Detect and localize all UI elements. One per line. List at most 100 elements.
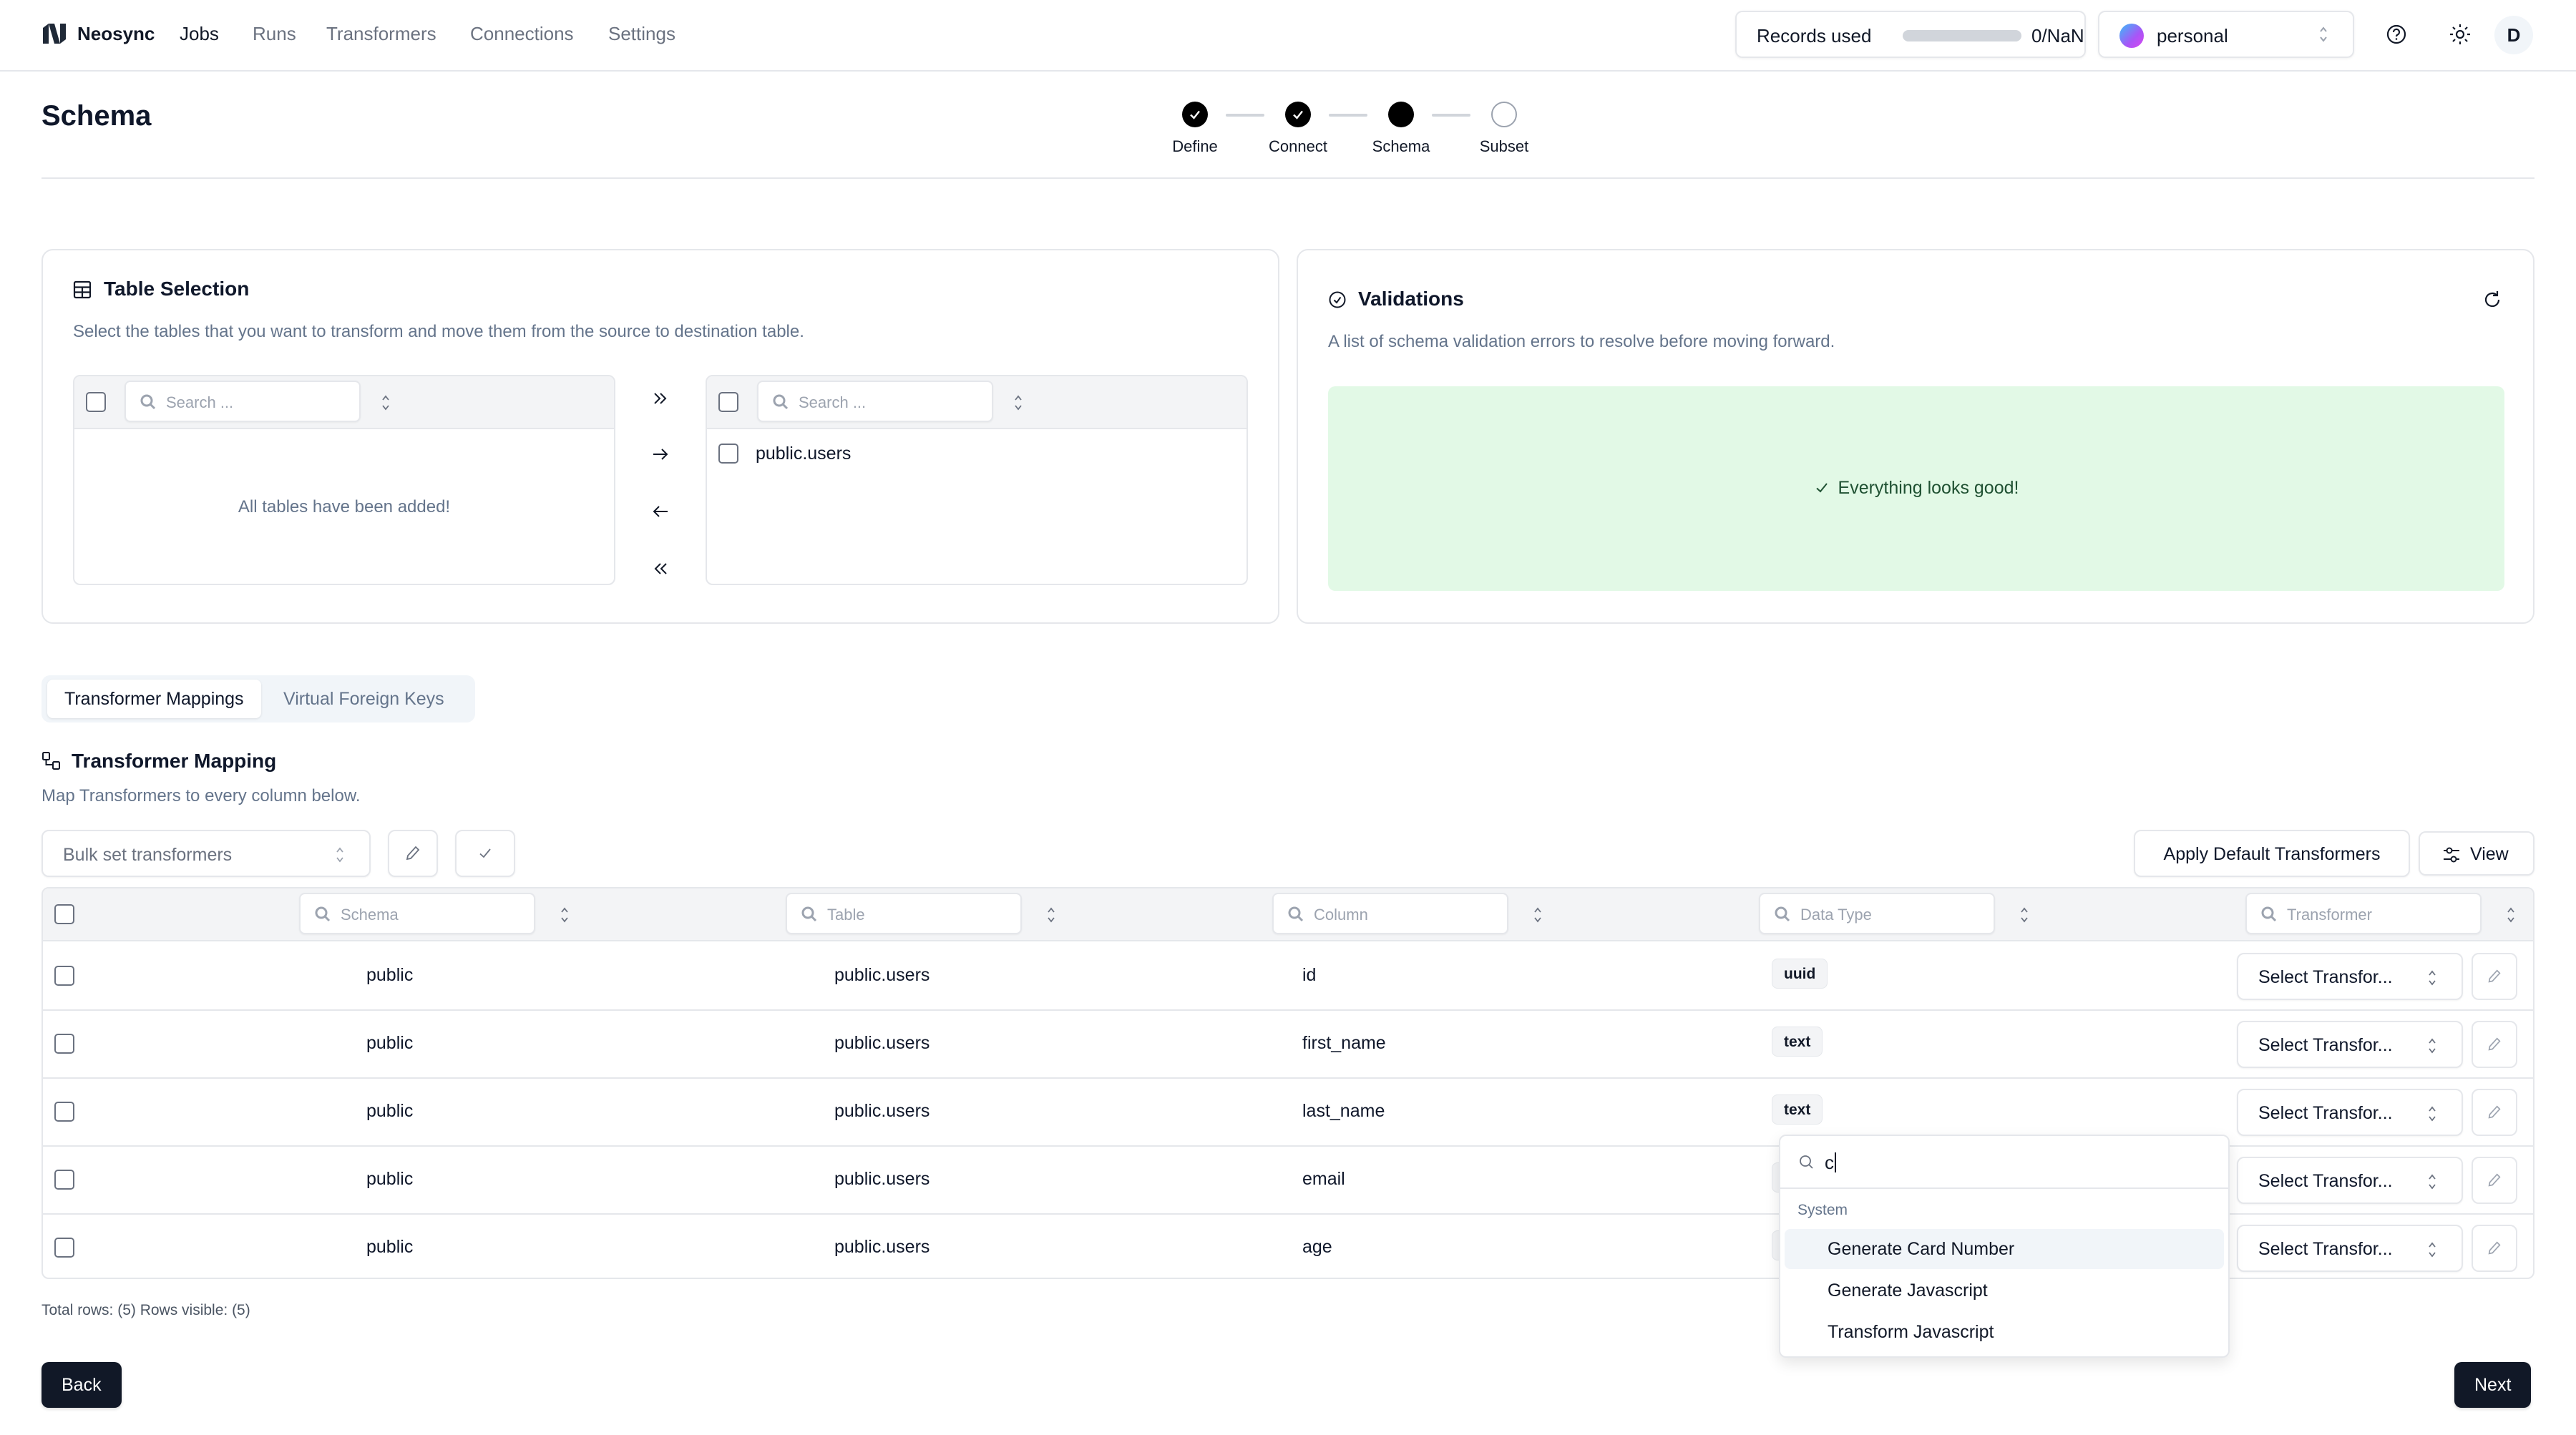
bulk-set-transformers-select[interactable]: Bulk set transformers — [42, 830, 371, 877]
source-search-input[interactable]: Search ... — [125, 381, 361, 422]
option-generate-javascript[interactable]: Generate Javascript — [1785, 1270, 2224, 1311]
transformer-select[interactable]: Select Transfor... — [2237, 1021, 2463, 1068]
move-all-right-icon[interactable] — [650, 388, 671, 409]
table-selection-description: Select the tables that you want to trans… — [73, 322, 804, 341]
table-selection-title: Table Selection — [104, 278, 250, 300]
records-used-indicator: Records used 0/NaN — [1735, 11, 2086, 58]
tab-transformer-mappings[interactable]: Transformer Mappings — [47, 680, 261, 718]
option-transform-javascript[interactable]: Transform Javascript — [1785, 1312, 2224, 1352]
bulk-apply-button[interactable] — [455, 830, 515, 877]
transformer-search-input[interactable]: c — [1780, 1136, 2228, 1189]
back-button[interactable]: Back — [42, 1362, 122, 1408]
sort-icon[interactable] — [560, 906, 570, 924]
sliders-icon — [2444, 847, 2459, 863]
apply-default-transformers-button[interactable]: Apply Default Transformers — [2134, 830, 2410, 877]
step-label: Connect — [1269, 137, 1327, 155]
nav-link-transformers[interactable]: Transformers — [326, 23, 436, 45]
search-icon — [2261, 906, 2277, 922]
edit-transformer-button[interactable] — [2472, 1225, 2517, 1272]
table-grid-icon — [73, 280, 92, 299]
column-filter-column[interactable]: Column — [1272, 893, 1508, 934]
chevrons-up-down-icon — [2429, 970, 2436, 986]
search-placeholder: Search ... — [799, 393, 867, 411]
move-all-left-icon[interactable] — [650, 558, 671, 579]
theme-toggle-button[interactable] — [2446, 20, 2474, 49]
row-checkbox[interactable] — [54, 1034, 74, 1054]
column-filter-data-type[interactable]: Data Type — [1759, 893, 1995, 934]
refresh-icon[interactable] — [2482, 289, 2503, 310]
search-text: c — [1825, 1152, 1834, 1173]
transformer-select[interactable]: Select Transfor... — [2237, 1157, 2463, 1204]
option-generate-card-number[interactable]: Generate Card Number — [1785, 1229, 2224, 1269]
view-label: View — [2470, 844, 2509, 864]
search-icon — [315, 906, 331, 922]
bulk-edit-button[interactable] — [388, 830, 438, 877]
row-checkbox[interactable] — [54, 1102, 74, 1122]
select-all-rows-checkbox[interactable] — [54, 904, 74, 924]
chevrons-up-down-icon — [2429, 1242, 2436, 1258]
move-right-icon[interactable] — [650, 444, 671, 465]
sort-icon[interactable] — [2019, 906, 2029, 924]
move-left-icon[interactable] — [650, 501, 671, 522]
column-filter-table[interactable]: Table — [786, 893, 1022, 934]
nav-link-connections[interactable]: Connections — [470, 23, 574, 45]
source-select-all-checkbox[interactable] — [86, 392, 106, 412]
sort-icon[interactable] — [1013, 393, 1023, 412]
destination-table-list: Search ... public.users — [706, 375, 1248, 585]
destination-list-item[interactable]: public.users — [707, 429, 1246, 479]
cell-table: public.users — [834, 1169, 930, 1189]
tab-virtual-foreign-keys[interactable]: Virtual Foreign Keys — [266, 680, 462, 718]
nav-link-runs[interactable]: Runs — [253, 23, 296, 45]
check-icon — [479, 848, 491, 858]
records-used-label: Records used — [1757, 25, 1872, 46]
destination-list-header: Search ... — [707, 376, 1246, 429]
sun-icon — [2450, 24, 2470, 44]
row-checkbox[interactable] — [54, 1170, 74, 1190]
sort-icon[interactable] — [1533, 906, 1543, 924]
step-label: Schema — [1372, 137, 1430, 155]
transformer-select-label: Select Transfor... — [2258, 1103, 2393, 1123]
apply-default-label: Apply Default Transformers — [2163, 844, 2381, 864]
chevrons-up-down-icon — [336, 847, 343, 863]
destination-select-all-checkbox[interactable] — [718, 392, 738, 412]
edit-transformer-button[interactable] — [2472, 953, 2517, 1000]
column-filter-transformer[interactable]: Transformer — [2245, 893, 2482, 934]
records-used-value: 0/NaN — [2031, 25, 2084, 46]
page-title: Schema — [42, 100, 152, 132]
nav-link-jobs[interactable]: Jobs — [180, 23, 219, 45]
transformer-select[interactable]: Select Transfor... — [2237, 953, 2463, 1000]
cell-column: id — [1302, 965, 1317, 985]
user-avatar[interactable]: D — [2494, 16, 2533, 54]
validations-description: A list of schema validation errors to re… — [1328, 332, 1835, 351]
column-filter-schema[interactable]: Schema — [299, 893, 535, 934]
row-checkbox[interactable] — [54, 1238, 74, 1258]
step-current-indicator — [1388, 102, 1414, 127]
pencil-icon — [2488, 969, 2501, 983]
help-button[interactable] — [2382, 20, 2411, 49]
nav-link-settings[interactable]: Settings — [608, 23, 675, 45]
transformer-mapping-title: Transformer Mapping — [72, 750, 277, 772]
transformer-select[interactable]: Select Transfor... — [2237, 1225, 2463, 1272]
table-item-checkbox[interactable] — [718, 444, 738, 464]
edit-transformer-button[interactable] — [2472, 1089, 2517, 1136]
transformer-select[interactable]: Select Transfor... — [2237, 1089, 2463, 1136]
destination-search-input[interactable]: Search ... — [757, 381, 993, 422]
validation-success-banner: Everything looks good! — [1328, 386, 2504, 591]
cell-schema: public — [366, 965, 414, 985]
validation-success-message: Everything looks good! — [1838, 478, 2019, 498]
edit-transformer-button[interactable] — [2472, 1157, 2517, 1204]
chevrons-up-down-icon — [2429, 1106, 2436, 1122]
sort-icon[interactable] — [1046, 906, 1056, 924]
edit-transformer-button[interactable] — [2472, 1021, 2517, 1068]
sort-icon[interactable] — [2506, 906, 2516, 924]
view-options-button[interactable]: View — [2419, 831, 2534, 876]
row-checkbox[interactable] — [54, 966, 74, 986]
next-button[interactable]: Next — [2454, 1362, 2532, 1408]
neosync-logo-icon[interactable] — [42, 22, 67, 45]
filter-placeholder: Schema — [341, 906, 399, 924]
account-switcher[interactable]: personal — [2098, 11, 2354, 58]
sort-icon[interactable] — [381, 393, 391, 412]
brand-name[interactable]: Neosync — [77, 23, 155, 45]
pencil-icon — [2488, 1037, 2501, 1051]
search-icon — [1775, 906, 1790, 922]
